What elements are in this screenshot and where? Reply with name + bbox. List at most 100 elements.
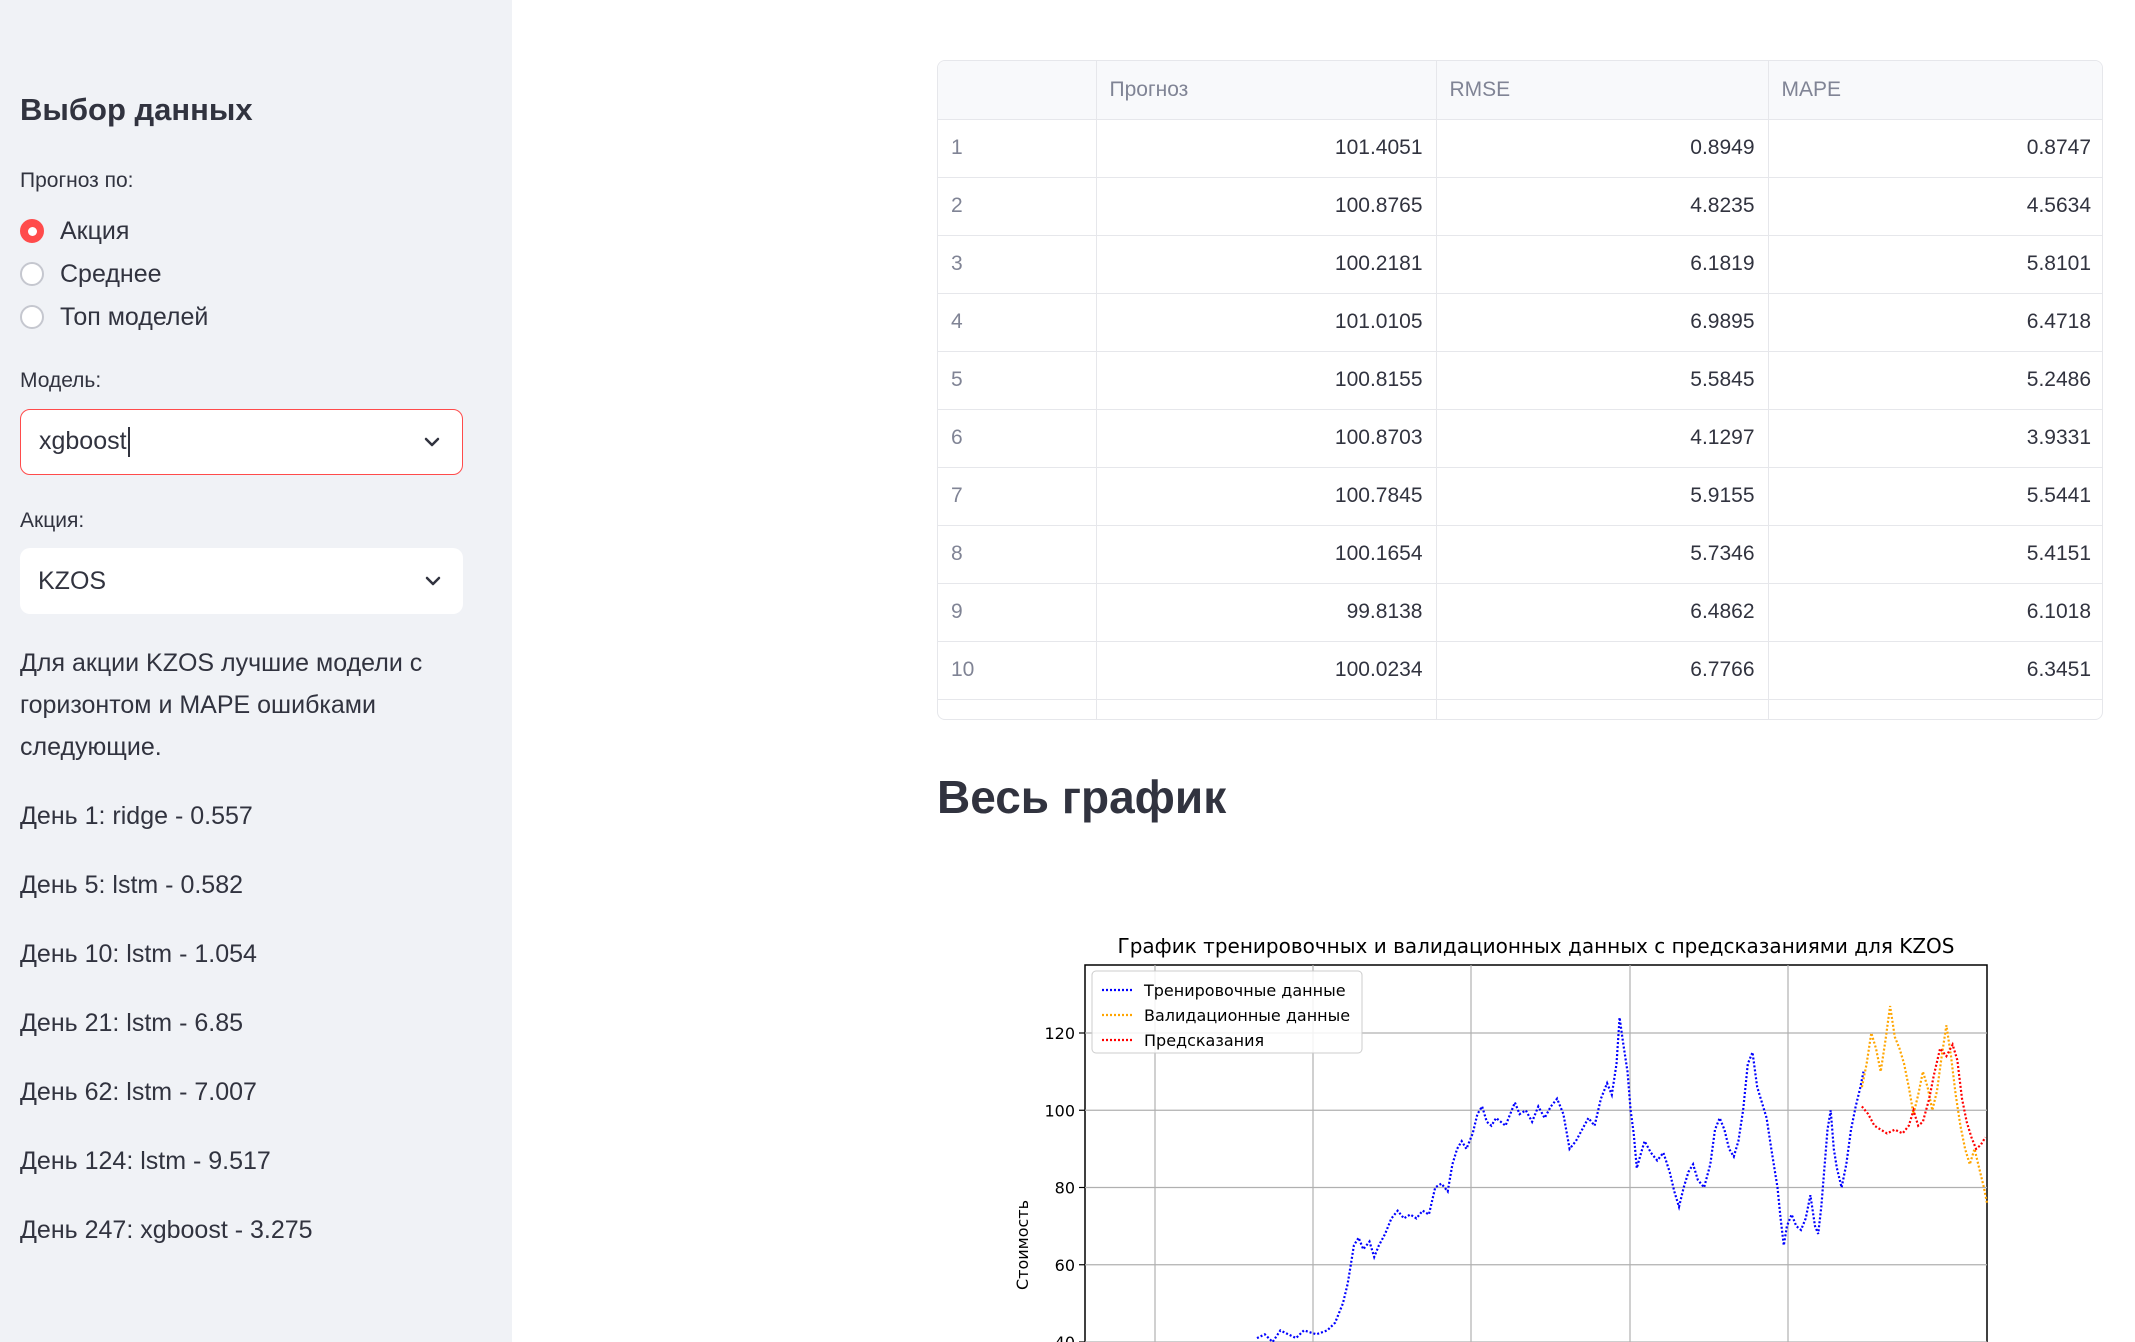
forecast-cell[interactable]: 99.8138 bbox=[1096, 583, 1437, 642]
description-line: Для акции KZOS лучшие модели с bbox=[20, 649, 423, 677]
forecast-metrics-table[interactable]: Прогноз RMSE MAPE 1 101.4051 0.8949 0.8747 2… bbox=[937, 60, 2103, 720]
table-row[interactable]: 7 100.7845 5.9155 5.5441 bbox=[938, 467, 2102, 526]
rmse-cell[interactable]: 0.8949 bbox=[1436, 119, 1769, 178]
sidebar: Выбор данных Прогноз по: Акция Среднее Т… bbox=[0, 0, 512, 1342]
text-cursor bbox=[127, 427, 130, 458]
row-index-cell[interactable]: 2 bbox=[938, 177, 1097, 236]
section-title: Весь график bbox=[937, 771, 1227, 823]
table-header-row: Прогноз RMSE MAPE bbox=[938, 61, 2102, 120]
forecast-cell[interactable]: 100.1654 bbox=[1096, 525, 1437, 584]
best-model-item: День 21: lstm - 6.85 bbox=[20, 1009, 244, 1037]
mape-cell[interactable]: 5.4151 bbox=[1768, 525, 2102, 584]
y-tick-label: 100 bbox=[1044, 1101, 1075, 1120]
table-row[interactable]: 5 100.8155 5.5845 5.2486 bbox=[938, 351, 2102, 410]
mape-cell[interactable]: 5.2486 bbox=[1768, 351, 2102, 410]
forecast-cell[interactable]: 100.5711 bbox=[1096, 699, 1437, 719]
table-row[interactable]: 8 100.1654 5.7346 5.4151 bbox=[938, 525, 2102, 584]
rmse-cell[interactable]: 4.1297 bbox=[1436, 409, 1769, 468]
table-row[interactable]: 6 100.8703 4.1297 3.9331 bbox=[938, 409, 2102, 468]
mape-cell[interactable]: 0.8747 bbox=[1768, 119, 2102, 178]
mape-cell[interactable]: 5.6281 bbox=[1768, 699, 2102, 719]
best-model-item: День 124: lstm - 9.517 bbox=[20, 1147, 271, 1175]
y-tick-label: 120 bbox=[1044, 1024, 1075, 1043]
rmse-cell[interactable]: 6.4862 bbox=[1436, 583, 1769, 642]
y-tick-label: 80 bbox=[1055, 1179, 1075, 1198]
model-select[interactable]: xgboost bbox=[20, 409, 463, 475]
legend-label: Тренировочные данные bbox=[1143, 981, 1346, 1000]
radio-checked-icon[interactable] bbox=[20, 219, 44, 243]
rmse-cell[interactable]: 4.8235 bbox=[1436, 177, 1769, 236]
y-tick-label: 60 bbox=[1055, 1256, 1075, 1275]
row-index-cell[interactable]: 6 bbox=[938, 409, 1097, 468]
radio-label: Среднее bbox=[60, 259, 162, 288]
chevron-down-icon[interactable] bbox=[420, 430, 444, 454]
forecast-chart: График тренировочных и валидационных дан… bbox=[1013, 934, 1989, 1342]
radio-unchecked-icon[interactable] bbox=[20, 305, 44, 329]
row-index-cell[interactable]: 11 bbox=[938, 699, 1097, 719]
column-header-rmse[interactable]: RMSE bbox=[1436, 61, 1769, 120]
row-index-cell[interactable]: 8 bbox=[938, 525, 1097, 584]
rmse-cell[interactable]: 5.5845 bbox=[1436, 351, 1769, 410]
best-model-item: День 10: lstm - 1.054 bbox=[20, 940, 257, 968]
radio-label: Акция bbox=[60, 216, 130, 245]
forecast-cell[interactable]: 100.2181 bbox=[1096, 235, 1437, 294]
table-row[interactable]: 11100.57115.92895.6281 bbox=[938, 699, 2102, 719]
radio-option-average[interactable]: Среднее bbox=[20, 257, 162, 291]
forecast-cell[interactable]: 101.4051 bbox=[1096, 119, 1437, 178]
table-row[interactable]: 1 101.4051 0.8949 0.8747 bbox=[938, 119, 2102, 178]
rmse-cell[interactable]: 6.1819 bbox=[1436, 235, 1769, 294]
table-row[interactable]: 2 100.8765 4.8235 4.5634 bbox=[938, 177, 2102, 236]
column-header-mape[interactable]: MAPE bbox=[1768, 61, 2102, 120]
forecast-cell[interactable]: 100.0234 bbox=[1096, 641, 1437, 700]
table-row[interactable]: 10 100.0234 6.7766 6.3451 bbox=[938, 641, 2102, 700]
forecast-cell[interactable]: 100.8155 bbox=[1096, 351, 1437, 410]
y-tick-label: 40 bbox=[1055, 1333, 1075, 1342]
column-header-index[interactable] bbox=[938, 61, 1097, 120]
row-index-cell[interactable]: 10 bbox=[938, 641, 1097, 700]
best-model-item: День 247: xgboost - 3.275 bbox=[20, 1216, 313, 1244]
rmse-cell[interactable]: 6.7766 bbox=[1436, 641, 1769, 700]
row-index-cell[interactable]: 7 bbox=[938, 467, 1097, 526]
forecast-by-label: Прогноз по: bbox=[20, 169, 134, 192]
forecast-cell[interactable]: 101.0105 bbox=[1096, 293, 1437, 352]
chevron-down-icon[interactable] bbox=[421, 569, 445, 593]
stock-select[interactable]: KZOS bbox=[20, 548, 463, 614]
mape-cell[interactable]: 4.5634 bbox=[1768, 177, 2102, 236]
row-index-cell[interactable]: 1 bbox=[938, 119, 1097, 178]
radio-option-stock[interactable]: Акция bbox=[20, 214, 129, 248]
rmse-cell[interactable]: 5.7346 bbox=[1436, 525, 1769, 584]
rmse-cell[interactable]: 6.9895 bbox=[1436, 293, 1769, 352]
description-line: горизонтом и MAPE ошибками bbox=[20, 691, 376, 719]
best-models-description: Для акции KZOS лучшие модели с горизонто… bbox=[20, 642, 422, 768]
row-index-cell[interactable]: 3 bbox=[938, 235, 1097, 294]
forecast-cell[interactable]: 100.8765 bbox=[1096, 177, 1437, 236]
model-select-value: xgboost bbox=[39, 426, 127, 455]
mape-cell[interactable]: 5.8101 bbox=[1768, 235, 2102, 294]
rmse-cell[interactable]: 5.9289 bbox=[1436, 699, 1769, 719]
radio-unchecked-icon[interactable] bbox=[20, 262, 44, 286]
y-axis-label: Стоимость bbox=[1013, 1200, 1032, 1290]
row-index-cell[interactable]: 5 bbox=[938, 351, 1097, 410]
mape-cell[interactable]: 6.3451 bbox=[1768, 641, 2102, 700]
legend-label: Предсказания bbox=[1144, 1031, 1264, 1050]
table-row[interactable]: 3 100.2181 6.1819 5.8101 bbox=[938, 235, 2102, 294]
table-row[interactable]: 9 99.8138 6.4862 6.1018 bbox=[938, 583, 2102, 642]
radio-option-top-models[interactable]: Топ моделей bbox=[20, 300, 208, 334]
best-model-item: День 62: lstm - 7.007 bbox=[20, 1078, 257, 1106]
column-header-forecast[interactable]: Прогноз bbox=[1096, 61, 1437, 120]
radio-label: Топ моделей bbox=[60, 302, 209, 331]
best-model-item: День 5: lstm - 0.582 bbox=[20, 871, 244, 899]
mape-cell[interactable]: 6.4718 bbox=[1768, 293, 2102, 352]
mape-cell[interactable]: 3.9331 bbox=[1768, 409, 2102, 468]
table-row[interactable]: 4 101.0105 6.9895 6.4718 bbox=[938, 293, 2102, 352]
chart-title: График тренировочных и валидационных дан… bbox=[1118, 934, 1955, 958]
mape-cell[interactable]: 5.5441 bbox=[1768, 467, 2102, 526]
row-index-cell[interactable]: 9 bbox=[938, 583, 1097, 642]
forecast-cell[interactable]: 100.7845 bbox=[1096, 467, 1437, 526]
mape-cell[interactable]: 6.1018 bbox=[1768, 583, 2102, 642]
stock-select-value: KZOS bbox=[38, 566, 107, 595]
forecast-cell[interactable]: 100.8703 bbox=[1096, 409, 1437, 468]
description-line: следующие. bbox=[20, 733, 162, 761]
rmse-cell[interactable]: 5.9155 bbox=[1436, 467, 1769, 526]
row-index-cell[interactable]: 4 bbox=[938, 293, 1097, 352]
